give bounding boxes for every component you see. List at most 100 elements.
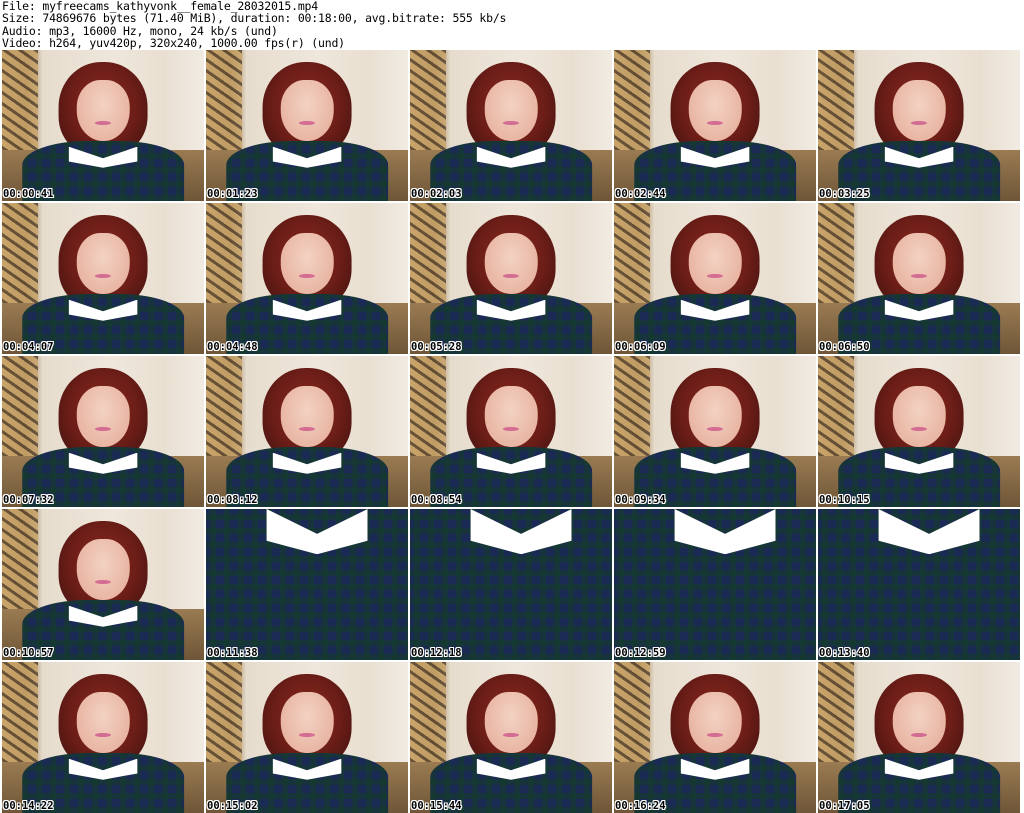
thumbnail-timestamp: 00:04:48 bbox=[207, 341, 258, 353]
thumbnail-face bbox=[484, 80, 538, 141]
thumbnail-fan-decor bbox=[614, 662, 650, 768]
thumbnail-face bbox=[76, 692, 130, 753]
thumbnail-timestamp: 00:02:44 bbox=[615, 188, 666, 200]
thumbnail-face bbox=[688, 386, 742, 447]
thumbnail-timestamp: 00:11:38 bbox=[207, 647, 258, 659]
thumbnail-timestamp: 00:00:41 bbox=[3, 188, 54, 200]
thumbnail-timestamp: 00:09:34 bbox=[615, 494, 666, 506]
thumbnail-timestamp: 00:10:15 bbox=[819, 494, 870, 506]
video-thumbnail[interactable]: 00:09:34 bbox=[614, 356, 816, 507]
thumbnail-face bbox=[892, 386, 946, 447]
thumbnail-fan-decor bbox=[206, 356, 242, 462]
thumbnail-face bbox=[280, 233, 334, 294]
thumbnail-fan-decor bbox=[206, 203, 242, 309]
video-thumbnail[interactable]: 00:00:41 bbox=[2, 50, 204, 201]
thumbnail-face bbox=[76, 80, 130, 141]
thumbnail-face bbox=[484, 386, 538, 447]
thumbnail-face bbox=[484, 692, 538, 753]
thumbnail-fan-decor bbox=[206, 50, 242, 156]
thumbnail-lips bbox=[706, 426, 724, 432]
thumbnail-lips bbox=[706, 120, 724, 126]
thumbnail-timestamp: 00:10:57 bbox=[3, 647, 54, 659]
thumbnail-timestamp: 00:15:44 bbox=[411, 800, 462, 812]
thumbnail-lips bbox=[94, 579, 112, 585]
video-thumbnail[interactable]: 00:12:59 bbox=[614, 509, 816, 660]
thumbnail-lips bbox=[298, 732, 316, 738]
thumbnail-fan-decor bbox=[206, 662, 242, 768]
thumbnail-fan-decor bbox=[2, 356, 38, 462]
video-thumbnail[interactable]: 00:13:40 bbox=[818, 509, 1020, 660]
video-thumbnail[interactable]: 00:02:03 bbox=[410, 50, 612, 201]
thumbnail-lips bbox=[298, 120, 316, 126]
video-thumbnail[interactable]: 00:12:18 bbox=[410, 509, 612, 660]
thumbnail-timestamp: 00:02:03 bbox=[411, 188, 462, 200]
thumbnail-fan-decor bbox=[818, 662, 854, 768]
thumbnail-timestamp: 00:04:07 bbox=[3, 341, 54, 353]
file-info-header: File: myfreecams_kathyvonk__female_28032… bbox=[0, 0, 1024, 50]
thumbnail-timestamp: 00:12:59 bbox=[615, 647, 666, 659]
thumbnail-face bbox=[280, 692, 334, 753]
thumbnail-face bbox=[76, 539, 130, 600]
thumbnail-lips bbox=[502, 273, 520, 279]
thumbnail-timestamp: 00:06:50 bbox=[819, 341, 870, 353]
thumbnail-timestamp: 00:07:32 bbox=[3, 494, 54, 506]
video-thumbnail[interactable]: 00:08:12 bbox=[206, 356, 408, 507]
video-thumbnail[interactable]: 00:10:57 bbox=[2, 509, 204, 660]
video-thumbnail[interactable]: 00:06:09 bbox=[614, 203, 816, 354]
video-thumbnail[interactable]: 00:04:48 bbox=[206, 203, 408, 354]
thumbnail-fan-decor bbox=[818, 203, 854, 309]
thumbnail-lips bbox=[94, 732, 112, 738]
video-thumbnail[interactable]: 00:14:22 bbox=[2, 662, 204, 813]
video-thumbnail[interactable]: 00:11:38 bbox=[206, 509, 408, 660]
thumbnail-face bbox=[484, 233, 538, 294]
video-thumbnail[interactable]: 00:08:54 bbox=[410, 356, 612, 507]
thumbnail-lips bbox=[502, 426, 520, 432]
thumbnail-face bbox=[76, 233, 130, 294]
thumbnail-timestamp: 00:12:18 bbox=[411, 647, 462, 659]
thumbnail-face bbox=[76, 386, 130, 447]
thumbnail-timestamp: 00:05:28 bbox=[411, 341, 462, 353]
thumbnail-lips bbox=[502, 732, 520, 738]
thumbnail-fan-decor bbox=[2, 662, 38, 768]
thumbnail-lips bbox=[910, 732, 928, 738]
thumbnail-fan-decor bbox=[614, 203, 650, 309]
thumbnail-fan-decor bbox=[410, 203, 446, 309]
video-thumbnail[interactable]: 00:03:25 bbox=[818, 50, 1020, 201]
thumbnail-lips bbox=[94, 273, 112, 279]
thumbnail-grid: 00:00:41 00:01:23 00:02:03 00:02:44 00:03:25… bbox=[2, 50, 1020, 813]
video-thumbnail[interactable]: 00:10:15 bbox=[818, 356, 1020, 507]
thumbnail-lips bbox=[298, 273, 316, 279]
video-thumbnail[interactable]: 00:16:24 bbox=[614, 662, 816, 813]
thumbnail-fan-decor bbox=[410, 356, 446, 462]
thumbnail-lips bbox=[502, 120, 520, 126]
thumbnail-timestamp: 00:16:24 bbox=[615, 800, 666, 812]
thumbnail-face bbox=[892, 80, 946, 141]
thumbnail-face bbox=[688, 692, 742, 753]
thumbnail-lips bbox=[94, 426, 112, 432]
video-thumbnail[interactable]: 00:04:07 bbox=[2, 203, 204, 354]
video-info-line: Video: h264, yuv420p, 320x240, 1000.00 f… bbox=[2, 36, 345, 51]
video-thumbnail[interactable]: 00:01:23 bbox=[206, 50, 408, 201]
thumbnail-fan-decor bbox=[818, 356, 854, 462]
video-thumbnail[interactable]: 00:05:28 bbox=[410, 203, 612, 354]
video-thumbnail[interactable]: 00:07:32 bbox=[2, 356, 204, 507]
video-thumbnail[interactable]: 00:02:44 bbox=[614, 50, 816, 201]
thumbnail-fan-decor bbox=[2, 509, 38, 615]
thumbnail-face bbox=[688, 80, 742, 141]
thumbnail-timestamp: 00:06:09 bbox=[615, 341, 666, 353]
thumbnail-face bbox=[892, 692, 946, 753]
video-thumbnail[interactable]: 00:17:05 bbox=[818, 662, 1020, 813]
thumbnail-lips bbox=[94, 120, 112, 126]
thumbnail-fan-decor bbox=[2, 203, 38, 309]
video-thumbnail[interactable]: 00:06:50 bbox=[818, 203, 1020, 354]
thumbnail-face bbox=[688, 233, 742, 294]
thumbnail-fan-decor bbox=[410, 662, 446, 768]
thumbnail-timestamp: 00:08:54 bbox=[411, 494, 462, 506]
thumbnail-timestamp: 00:01:23 bbox=[207, 188, 258, 200]
video-thumbnail[interactable]: 00:15:44 bbox=[410, 662, 612, 813]
file-size-line: Size: 74869676 bytes (71.40 MiB), durati… bbox=[2, 11, 507, 26]
video-thumbnail[interactable]: 00:15:02 bbox=[206, 662, 408, 813]
thumbnail-timestamp: 00:13:40 bbox=[819, 647, 870, 659]
thumbnail-lips bbox=[910, 426, 928, 432]
thumbnail-lips bbox=[910, 273, 928, 279]
